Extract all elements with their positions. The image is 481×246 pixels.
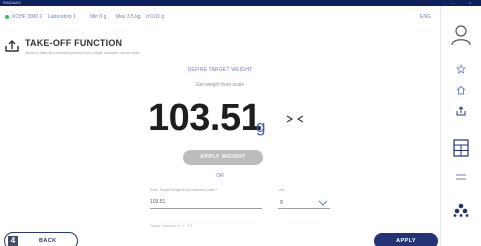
scale-division: d 0.01 g — [146, 14, 165, 20]
page-subtitle: Allows to take off a defined quantity fr… — [25, 51, 140, 55]
scale-location: Laboratory 1 — [48, 14, 77, 20]
language-selector[interactable]: ENG — [420, 12, 431, 22]
network-icon[interactable] — [453, 203, 469, 217]
scale-max: Max 3.5 kg — [116, 14, 141, 20]
home-icon[interactable] — [456, 85, 466, 95]
stability-icon — [286, 115, 304, 123]
page-title: TAKE-OFF FUNCTION — [25, 38, 123, 48]
user-icon[interactable] — [451, 24, 471, 46]
required-mark: * — [215, 188, 217, 192]
back-button[interactable]: 4 BACK — [4, 232, 78, 246]
window-app-label: RADWAG — [3, 0, 21, 5]
tolerance-label-text: Target Tolerance in +/- % — [150, 224, 190, 228]
define-target-label: DEFINE TARGET WEIGHT — [187, 67, 253, 73]
scale-model: XCHF 3000.1 — [12, 14, 43, 20]
right-sidebar — [440, 6, 481, 246]
weight-readout: 103.51 — [148, 97, 262, 139]
upload-icon[interactable] — [456, 106, 466, 116]
required-mark: * — [190, 224, 193, 228]
page-header: TAKE-OFF FUNCTION Allows to take off a d… — [0, 34, 440, 64]
target-weight-underline — [150, 208, 262, 209]
scale-min: Min 0 g — [90, 14, 107, 20]
tolerance-field-label[interactable]: Target Tolerance in +/- % * — [150, 224, 192, 228]
calculator-icon[interactable] — [453, 139, 469, 157]
back-step-number: 4 — [8, 236, 18, 246]
upload-tray-icon — [5, 40, 19, 52]
get-weight-label: Get weight from scale — [195, 82, 245, 88]
transfer-icon[interactable] — [455, 173, 467, 181]
or-separator: OR — [216, 173, 224, 179]
chevron-down-icon[interactable] — [318, 200, 328, 206]
status-bar: XCHF 3000.1 Laboratory 1 Min 0 g Max 3.5… — [0, 8, 440, 26]
target-weight-label-text: Enter Target Weight in the selected unit… — [150, 188, 215, 192]
target-weight-input[interactable] — [150, 199, 250, 205]
target-weight-label: Enter Target Weight in the selected unit… — [150, 188, 217, 192]
apply-weight-button[interactable]: APPLY WEIGHT — [183, 150, 263, 165]
window-titlebar: RADWAG – × — [0, 0, 481, 6]
back-button-label: BACK — [39, 238, 57, 244]
unit-select-label: Unit — [278, 188, 285, 192]
weight-unit: g — [256, 117, 266, 136]
unit-select-underline — [278, 208, 330, 209]
unit-select[interactable]: g — [280, 199, 283, 205]
connection-status-dot — [5, 15, 9, 19]
apply-button[interactable]: APPLY — [374, 233, 438, 246]
favorites-icon[interactable] — [456, 64, 466, 74]
